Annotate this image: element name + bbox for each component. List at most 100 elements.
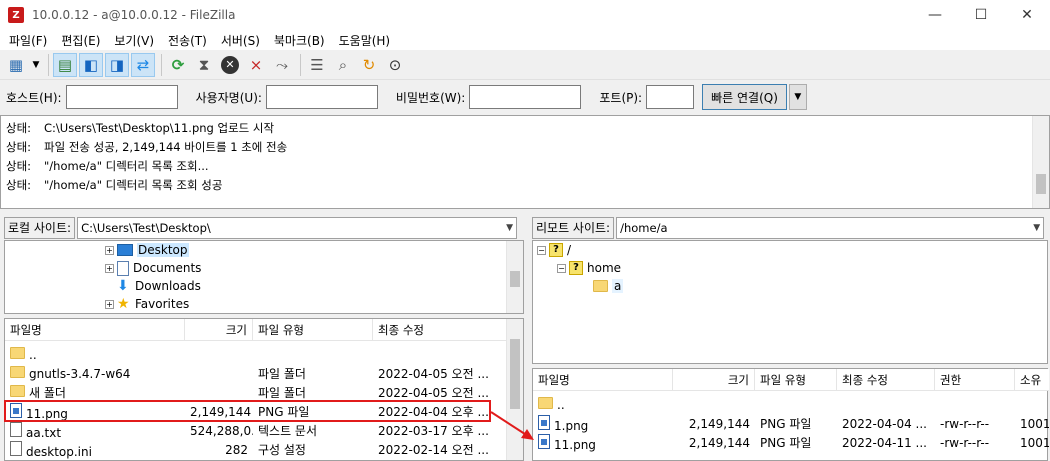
minimize-button[interactable]: —: [912, 0, 958, 30]
toolbar: ▦ ▼ ▤ ◧ ◨ ⇄ ⟳ ⧗ ✕ ⨯ ⤳ ☰ ⌕ ↻ ⊙: [0, 50, 1050, 80]
tree-item-a[interactable]: a: [593, 277, 624, 295]
file-row[interactable]: gnutls-3.4.7-w64 파일 폴더 2022-04-05 오전 ...: [5, 364, 507, 383]
menu-transfer[interactable]: 전송(T): [161, 32, 214, 49]
toggle-transfer-queue-icon[interactable]: ⇄: [131, 52, 155, 77]
local-list-header: 파일명 크기 파일 유형 최종 수정: [5, 318, 507, 341]
site-manager-dropdown-icon[interactable]: ▼: [30, 53, 42, 77]
local-file-list: 파일명 크기 파일 유형 최종 수정 .. gnutls-3.4.7-w64 파…: [4, 318, 524, 461]
local-site-bar: 로컬 사이트: C:\Users\Test\Desktop\ ▼: [4, 216, 524, 240]
folder-icon: [10, 347, 25, 359]
remote-site-label: 리모트 사이트:: [532, 217, 615, 239]
menu-bar: 파일(F) 편집(E) 보기(V) 전송(T) 서버(S) 북마크(B) 도움말…: [0, 30, 1050, 50]
refresh-icon[interactable]: ⟳: [166, 53, 190, 77]
filezilla-app-icon: Z: [8, 7, 24, 23]
file-row[interactable]: 11.png 2,149,144 PNG 파일 2022-04-11 ... -…: [533, 433, 1049, 452]
toggle-remote-tree-icon[interactable]: ◨: [105, 52, 129, 77]
file-row[interactable]: 1.png 2,149,144 PNG 파일 2022-04-04 ... -r…: [533, 414, 1049, 433]
ini-file-icon: [10, 440, 22, 456]
column-header-modified[interactable]: 최종 수정: [837, 368, 935, 391]
local-path-input[interactable]: C:\Users\Test\Desktop\ ▼: [77, 217, 518, 239]
folder-icon: [593, 280, 608, 292]
log-line: 상태: "/home/a" 디렉터리 목록 조회 성공: [6, 178, 223, 192]
tree-item-downloads[interactable]: ⬇ Downloads: [105, 277, 201, 295]
log-line: 상태: C:\Users\Test\Desktop\11.png 업로드 시작: [6, 121, 275, 135]
desktop-icon: [117, 244, 133, 256]
sync-browsing-icon[interactable]: ↻: [357, 53, 381, 77]
favorites-icon: ★: [117, 296, 130, 312]
column-header-permissions[interactable]: 권한: [935, 368, 1015, 391]
cancel-operation-icon[interactable]: ✕: [218, 53, 242, 77]
remote-directory-tree: −? / −? home a: [532, 240, 1048, 364]
port-label: 포트(P):: [599, 90, 643, 105]
quickconnect-dropdown-icon[interactable]: ▼: [788, 84, 807, 110]
quickconnect-button[interactable]: 빠른 연결(Q): [702, 84, 787, 110]
column-header-size[interactable]: 크기: [185, 318, 253, 341]
file-row[interactable]: aa.txt 524,288,0... 텍스트 문서 2022-03-17 오후…: [5, 421, 507, 440]
folder-icon: [538, 397, 553, 409]
message-log: 상태: C:\Users\Test\Desktop\11.png 업로드 시작 상…: [0, 115, 1050, 209]
toolbar-separator: [161, 53, 162, 76]
toggle-message-log-icon[interactable]: ▤: [53, 52, 77, 77]
close-button[interactable]: ✕: [1004, 0, 1050, 30]
menu-view[interactable]: 보기(V): [107, 32, 161, 49]
documents-icon: [117, 260, 129, 276]
site-manager-icon[interactable]: ▦: [4, 53, 28, 77]
process-queue-icon[interactable]: ⧗: [192, 53, 216, 77]
folder-icon: [10, 366, 25, 378]
text-file-icon: [10, 421, 22, 437]
column-header-modified[interactable]: 최종 수정: [373, 318, 507, 341]
search-remote-files-icon[interactable]: ⊙: [383, 53, 407, 77]
password-label: 비밀번호(W):: [395, 90, 466, 105]
tree-item-root[interactable]: −? /: [537, 241, 571, 259]
unknown-folder-icon: ?: [549, 243, 563, 257]
column-header-type[interactable]: 파일 유형: [253, 318, 373, 341]
local-list-scrollbar[interactable]: [506, 319, 523, 460]
directory-comparison-icon[interactable]: ⌕: [331, 53, 355, 77]
local-site-label: 로컬 사이트:: [4, 217, 76, 239]
directory-listing-filter-icon[interactable]: ☰: [305, 53, 329, 77]
unknown-folder-icon: ?: [569, 261, 583, 275]
host-input[interactable]: [65, 85, 178, 109]
remote-path-input[interactable]: /home/a ▼: [616, 217, 1045, 239]
file-row[interactable]: ..: [533, 395, 673, 414]
tree-item-favorites[interactable]: + ★ Favorites: [105, 295, 189, 313]
remote-list-header: 파일명 크기 파일 유형 최종 수정 권한 소유: [533, 368, 1049, 391]
remote-site-bar: 리모트 사이트: /home/a ▼: [532, 216, 1048, 240]
column-header-owner[interactable]: 소유: [1015, 369, 1049, 391]
chevron-down-icon[interactable]: ▼: [506, 218, 513, 238]
column-header-filename[interactable]: 파일명: [5, 318, 185, 341]
username-input[interactable]: [265, 85, 378, 109]
tree-item-home[interactable]: −? home: [557, 259, 621, 277]
menu-server[interactable]: 서버(S): [214, 32, 267, 49]
log-scrollbar[interactable]: [1032, 116, 1049, 208]
maximize-button[interactable]: ☐: [958, 0, 1004, 30]
png-file-icon: [538, 414, 550, 430]
file-row[interactable]: desktop.ini 282 구성 설정 2022-02-14 오전 ...: [5, 440, 507, 459]
password-input[interactable]: [469, 85, 582, 109]
toolbar-separator: [300, 53, 301, 76]
column-header-type[interactable]: 파일 유형: [755, 368, 837, 391]
tree-item-documents[interactable]: + Documents: [105, 259, 201, 277]
menu-edit[interactable]: 편집(E): [54, 32, 107, 49]
username-label: 사용자명(U):: [195, 90, 262, 105]
menu-file[interactable]: 파일(F): [2, 32, 54, 49]
highlight-box: [4, 400, 491, 422]
disconnect-icon[interactable]: ⨯: [244, 53, 268, 77]
local-tree-scrollbar[interactable]: [506, 241, 523, 313]
host-label: 호스트(H):: [6, 90, 62, 105]
reconnect-icon[interactable]: ⤳: [270, 53, 294, 77]
column-header-size[interactable]: 크기: [673, 368, 755, 391]
file-row[interactable]: ..: [5, 345, 185, 364]
quickconnect-bar: 호스트(H): 사용자명(U): 비밀번호(W): 포트(P): 빠른 연결(Q…: [0, 80, 1050, 114]
window-title: 10.0.0.12 - a@10.0.0.12 - FileZilla: [32, 8, 236, 22]
toolbar-separator: [48, 53, 49, 76]
png-file-icon: [538, 433, 550, 449]
log-line: 상태: 파일 전송 성공, 2,149,144 바이트를 1 초에 전송: [6, 140, 288, 154]
menu-bookmarks[interactable]: 북마크(B): [267, 32, 332, 49]
toggle-local-tree-icon[interactable]: ◧: [79, 52, 103, 77]
column-header-filename[interactable]: 파일명: [533, 368, 673, 391]
chevron-down-icon[interactable]: ▼: [1033, 218, 1040, 238]
tree-item-desktop[interactable]: + Desktop: [105, 241, 189, 259]
port-input[interactable]: [646, 85, 695, 109]
menu-help[interactable]: 도움말(H): [332, 32, 398, 49]
